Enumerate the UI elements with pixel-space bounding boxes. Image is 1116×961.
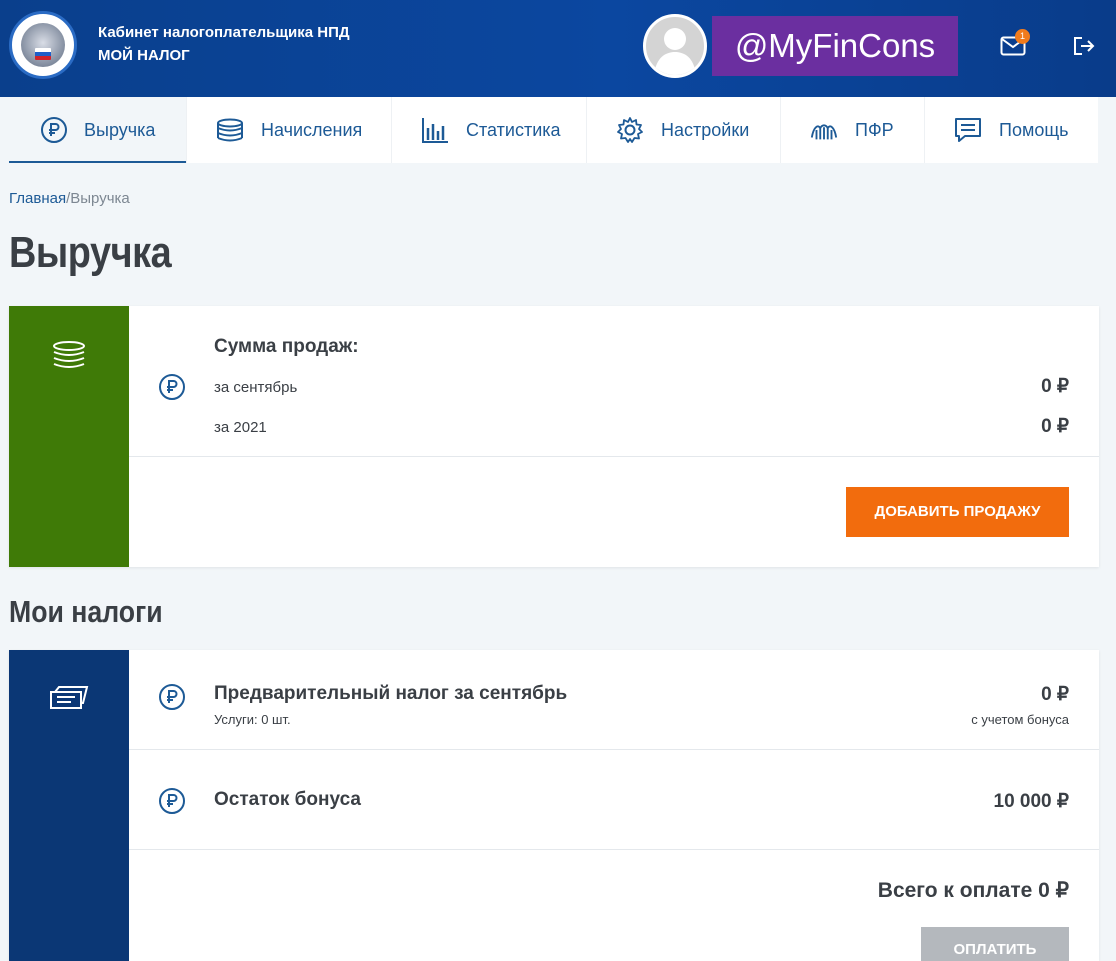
preliminary-tax-value: 0 ₽ xyxy=(1041,684,1069,705)
ruble-circle-icon xyxy=(41,117,67,143)
watermark-label: @MyFinCons xyxy=(712,16,958,76)
sales-sum-title: Сумма продаж: xyxy=(214,336,359,357)
tab-label: Начисления xyxy=(261,120,363,140)
bonus-balance-title: Остаток бонуса xyxy=(214,789,361,810)
period-value-month: 0 ₽ xyxy=(1041,376,1069,397)
period-value-year: 0 ₽ xyxy=(1041,416,1069,437)
eagle-emblem-icon xyxy=(21,23,65,67)
pay-button[interactable]: ОПЛАТИТЬ xyxy=(921,927,1069,961)
divider xyxy=(129,456,1099,457)
user-avatar[interactable] xyxy=(643,14,707,78)
coin-stack-icon xyxy=(53,341,85,368)
taxes-card: Предварительный налог за сентябрь Услуги… xyxy=(9,650,1099,961)
tab-label: Выручка xyxy=(84,120,156,140)
logout-icon[interactable] xyxy=(1073,36,1095,56)
main-nav: Выручка Начисления Статистика Настройки … xyxy=(0,97,1116,163)
page-title: Выручка xyxy=(9,228,172,277)
breadcrumb: Главная/Выручка xyxy=(9,190,130,207)
tab-settings[interactable]: Настройки xyxy=(586,97,780,163)
notification-badge: 1 xyxy=(1015,29,1030,44)
tab-label: Настройки xyxy=(661,120,750,140)
tab-pfr[interactable]: ПФР xyxy=(780,97,924,163)
ruble-circle-icon xyxy=(159,684,185,710)
brand-title: Кабинет налогоплательщика НПД МОЙ НАЛОГ xyxy=(98,22,350,68)
period-label-month: за сентябрь xyxy=(214,379,298,396)
breadcrumb-home-link[interactable]: Главная xyxy=(9,190,66,207)
tab-label: Статистика xyxy=(466,120,561,140)
coin-stack-icon xyxy=(217,118,243,142)
breadcrumb-current: Выручка xyxy=(70,190,130,207)
taxes-card-stripe xyxy=(9,650,129,961)
flag-icon xyxy=(35,48,51,60)
gear-icon xyxy=(617,117,643,143)
ruble-circle-icon xyxy=(159,788,185,814)
tab-accruals[interactable]: Начисления xyxy=(186,97,391,163)
bills-icon xyxy=(50,686,89,709)
tab-help[interactable]: Помощь xyxy=(924,97,1098,163)
brand-line2: МОЙ НАЛОГ xyxy=(98,47,190,64)
fns-emblem-logo[interactable] xyxy=(9,11,77,79)
add-sale-button[interactable]: ДОБАВИТЬ ПРОДАЖУ xyxy=(846,487,1069,537)
revenue-card: Сумма продаж: за сентябрь 0 ₽ за 2021 0 … xyxy=(9,306,1099,567)
bar-chart-icon xyxy=(422,118,448,143)
app-header: Кабинет налогоплательщика НПД МОЙ НАЛОГ … xyxy=(0,0,1116,97)
taxes-section-title: Мои налоги xyxy=(9,594,163,629)
services-count: Услуги: 0 шт. xyxy=(214,712,291,727)
person-silhouette-icon xyxy=(654,28,696,75)
ruble-circle-icon xyxy=(159,374,185,400)
divider xyxy=(129,849,1099,850)
bonus-balance-value: 10 000 ₽ xyxy=(993,791,1069,812)
preliminary-tax-title: Предварительный налог за сентябрь xyxy=(214,683,568,704)
tab-revenue[interactable]: Выручка xyxy=(9,97,186,163)
divider xyxy=(129,749,1099,750)
bonus-note: с учетом бонуса xyxy=(971,712,1069,727)
revenue-card-stripe xyxy=(9,306,129,567)
pfr-logo-icon xyxy=(810,124,838,140)
brand-line1: Кабинет налогоплательщика НПД xyxy=(98,24,350,41)
tab-label: Помощь xyxy=(999,120,1069,140)
tab-label: ПФР xyxy=(855,120,894,140)
total-to-pay: Всего к оплате 0 ₽ xyxy=(877,879,1069,902)
period-label-year: за 2021 xyxy=(214,419,267,436)
tab-statistics[interactable]: Статистика xyxy=(391,97,586,163)
chat-icon xyxy=(955,118,981,142)
